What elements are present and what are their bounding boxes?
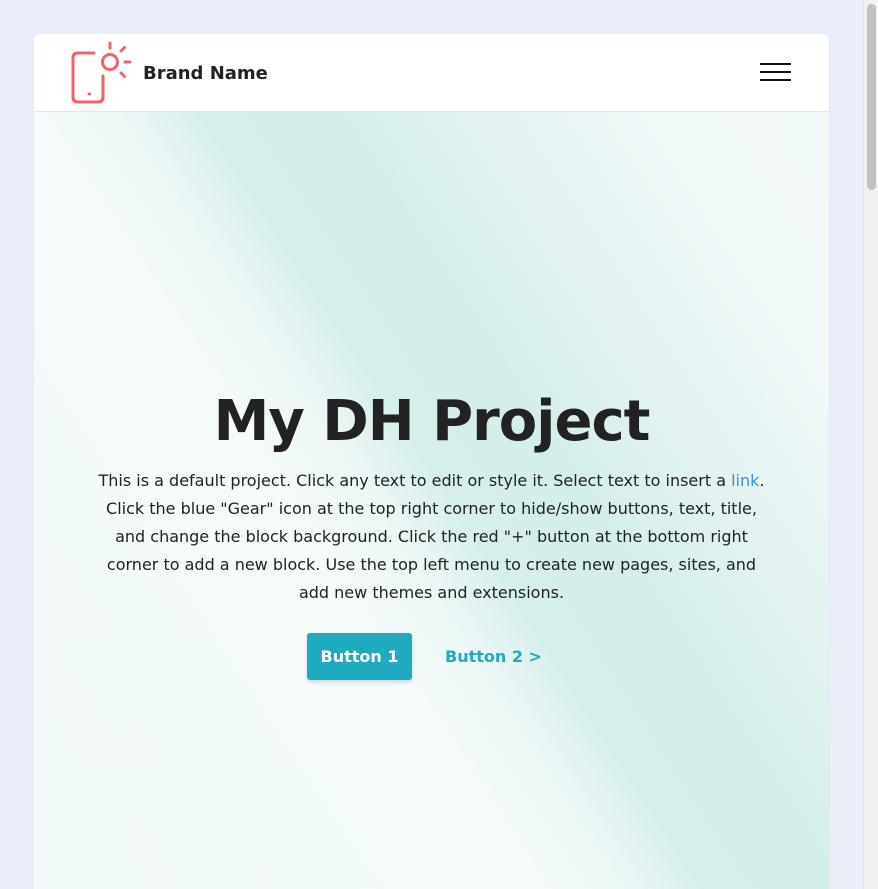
hamburger-menu-icon[interactable]: [760, 61, 791, 83]
button-1[interactable]: Button 1: [307, 633, 412, 680]
hamburger-line: [760, 79, 791, 81]
navbar: Brand Name: [34, 34, 829, 112]
hero-text-part: . Click the blue "Gear" icon at the top …: [106, 471, 765, 602]
hero-text-part: This is a default project. Click any tex…: [98, 471, 732, 490]
inline-link[interactable]: link: [731, 471, 759, 490]
hero-title[interactable]: My DH Project: [34, 382, 829, 462]
scrollbar-thumb[interactable]: [867, 4, 876, 190]
page-viewport: Brand Name My DH Project This is a defau…: [0, 0, 863, 889]
hamburger-line: [760, 71, 791, 73]
brand-link[interactable]: Brand Name: [70, 41, 268, 105]
hero-description[interactable]: This is a default project. Click any tex…: [97, 467, 766, 607]
vertical-scrollbar[interactable]: [863, 0, 878, 889]
hero-section: My DH Project This is a default project.…: [34, 112, 829, 889]
button-2[interactable]: Button 2 >: [436, 633, 551, 680]
hamburger-line: [760, 63, 791, 65]
phone-sun-icon: [71, 41, 132, 104]
brand-name: Brand Name: [143, 62, 268, 84]
page-card: Brand Name My DH Project This is a defau…: [34, 34, 829, 889]
